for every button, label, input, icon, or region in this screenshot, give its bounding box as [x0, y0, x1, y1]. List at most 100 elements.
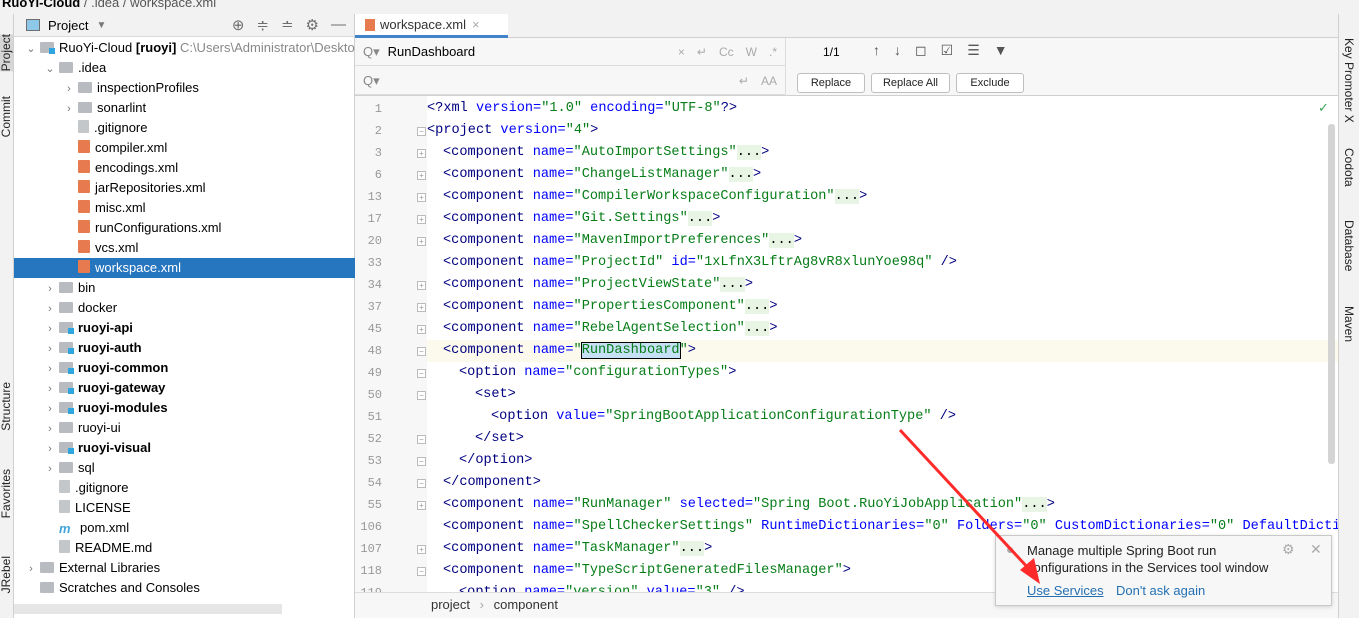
- tab-workspace-xml[interactable]: workspace.xml ×: [355, 14, 508, 38]
- close-icon[interactable]: ×: [472, 17, 480, 32]
- search-icon[interactable]: Q▾: [363, 44, 380, 60]
- tree-item[interactable]: › ruoyi-ui: [14, 418, 355, 438]
- crumb-file[interactable]: workspace.xml: [130, 0, 216, 10]
- tree-item[interactable]: .gitignore: [14, 118, 355, 138]
- tree-item[interactable]: m pom.xml: [14, 518, 355, 538]
- chevron-right-icon[interactable]: ›: [43, 439, 57, 459]
- filter-icon[interactable]: ▼: [994, 42, 1008, 59]
- tree-item[interactable]: › ruoyi-visual: [14, 438, 355, 458]
- folded-region[interactable]: ...: [720, 277, 745, 292]
- folded-region[interactable]: ...: [728, 167, 754, 182]
- folded-region[interactable]: ...: [744, 299, 770, 314]
- chevron-right-icon[interactable]: ›: [62, 99, 76, 119]
- newline-icon[interactable]: ↵: [697, 45, 707, 59]
- chevron-down-icon[interactable]: ⌄: [43, 59, 57, 79]
- tool-jrebel[interactable]: JRebel: [0, 556, 13, 593]
- folded-region[interactable]: ...: [1022, 497, 1047, 512]
- chevron-down-icon[interactable]: ⌄: [24, 39, 38, 59]
- crumb-project[interactable]: RuoYi-Cloud: [2, 0, 80, 10]
- exclude-button[interactable]: Exclude: [956, 73, 1024, 93]
- tree-item[interactable]: runConfigurations.xml: [14, 218, 355, 238]
- tool-structure[interactable]: Structure: [0, 382, 13, 431]
- arrow-down-icon[interactable]: ↓: [894, 42, 901, 59]
- tree-item[interactable]: › ruoyi-common: [14, 358, 355, 378]
- fold-collapse-icon[interactable]: −: [417, 479, 426, 488]
- replace-button[interactable]: Replace: [797, 73, 865, 93]
- chevron-right-icon[interactable]: ›: [43, 279, 57, 299]
- tree-item[interactable]: README.md: [14, 538, 355, 558]
- match-case-toggle[interactable]: Cc: [719, 45, 734, 59]
- close-icon[interactable]: ✕: [1310, 541, 1322, 558]
- tree-item[interactable]: workspace.xml: [14, 258, 355, 278]
- folded-region[interactable]: ...: [687, 211, 713, 226]
- fold-collapse-icon[interactable]: −: [417, 127, 426, 136]
- fold-collapse-icon[interactable]: −: [417, 347, 426, 356]
- chevron-right-icon[interactable]: ›: [43, 399, 57, 419]
- fold-collapse-icon[interactable]: −: [417, 457, 426, 466]
- chevron-right-icon[interactable]: ›: [24, 559, 38, 579]
- chevron-right-icon[interactable]: ›: [62, 79, 76, 99]
- gear-icon[interactable]: ⚙: [306, 16, 319, 34]
- newline-icon[interactable]: ↵: [739, 74, 749, 88]
- in-selection-icon[interactable]: ☑: [941, 42, 954, 59]
- tree-item[interactable]: compiler.xml: [14, 138, 355, 158]
- chevron-right-icon[interactable]: ›: [43, 379, 57, 399]
- chevron-right-icon[interactable]: ›: [43, 339, 57, 359]
- folded-region[interactable]: ...: [736, 145, 762, 160]
- tool-favorites[interactable]: Favorites: [0, 469, 13, 518]
- tree-item[interactable]: › ruoyi-auth: [14, 338, 355, 358]
- fold-expand-icon[interactable]: +: [417, 325, 426, 334]
- chevron-right-icon[interactable]: ›: [43, 419, 57, 439]
- tool-project[interactable]: Project: [0, 34, 13, 72]
- search-input[interactable]: RunDashboard: [388, 44, 475, 59]
- tree-item[interactable]: › ruoyi-api: [14, 318, 355, 338]
- fold-expand-icon[interactable]: +: [417, 215, 426, 224]
- crumb-component-tag[interactable]: component: [494, 597, 558, 612]
- tree-item[interactable]: › sql: [14, 458, 355, 478]
- crumb-idea[interactable]: .idea: [91, 0, 119, 10]
- fold-collapse-icon[interactable]: −: [417, 567, 426, 576]
- chevron-right-icon[interactable]: ›: [43, 459, 57, 479]
- regex-toggle[interactable]: .*: [769, 45, 777, 59]
- project-view-selector[interactable]: Project: [48, 18, 88, 33]
- fold-expand-icon[interactable]: +: [417, 501, 426, 510]
- words-toggle[interactable]: W: [746, 45, 757, 59]
- fold-collapse-icon[interactable]: −: [417, 369, 426, 378]
- locate-icon[interactable]: ⊕: [232, 16, 245, 34]
- crumb-project-tag[interactable]: project: [431, 597, 470, 612]
- tree-item[interactable]: › External Libraries: [14, 558, 355, 578]
- tree-item[interactable]: › bin: [14, 278, 355, 298]
- fold-collapse-icon[interactable]: −: [417, 435, 426, 444]
- project-horizontal-scrollbar[interactable]: [14, 604, 282, 614]
- tool-codota[interactable]: Codota: [1342, 148, 1356, 187]
- minimize-icon[interactable]: —: [331, 16, 346, 34]
- chevron-down-icon[interactable]: ▼: [96, 20, 106, 31]
- folded-region[interactable]: ...: [834, 189, 860, 204]
- folded-region[interactable]: ...: [769, 233, 794, 248]
- use-services-link[interactable]: Use Services: [1027, 583, 1104, 598]
- tree-item[interactable]: encodings.xml: [14, 158, 355, 178]
- fold-expand-icon[interactable]: +: [417, 171, 426, 180]
- tree-item[interactable]: › ruoyi-gateway: [14, 378, 355, 398]
- fold-collapse-icon[interactable]: −: [417, 391, 426, 400]
- fold-expand-icon[interactable]: +: [417, 545, 426, 554]
- folded-region[interactable]: ...: [679, 541, 705, 556]
- tree-item[interactable]: LICENSE: [14, 498, 355, 518]
- folded-region[interactable]: ...: [744, 321, 770, 336]
- gear-icon[interactable]: ⚙: [1282, 541, 1295, 558]
- preserve-case-icon[interactable]: AA: [761, 74, 777, 88]
- tree-item[interactable]: Scratches and Consoles: [14, 578, 355, 598]
- tree-item[interactable]: › ruoyi-modules: [14, 398, 355, 418]
- tree-item[interactable]: vcs.xml: [14, 238, 355, 258]
- tree-item[interactable]: ⌄ RuoYi-Cloud [ruoyi] C:\Users\Administra…: [14, 38, 355, 58]
- select-all-icon[interactable]: ◻: [915, 42, 927, 59]
- replace-all-button[interactable]: Replace All: [871, 73, 950, 93]
- tree-item[interactable]: › docker: [14, 298, 355, 318]
- tree-item[interactable]: .gitignore: [14, 478, 355, 498]
- collapse-all-icon[interactable]: ≐: [281, 16, 294, 34]
- multiline-icon[interactable]: ☰: [967, 42, 980, 59]
- arrow-up-icon[interactable]: ↑: [873, 42, 880, 59]
- clear-icon[interactable]: ×: [678, 45, 685, 59]
- tree-item[interactable]: misc.xml: [14, 198, 355, 218]
- tree-item[interactable]: › inspectionProfiles: [14, 78, 355, 98]
